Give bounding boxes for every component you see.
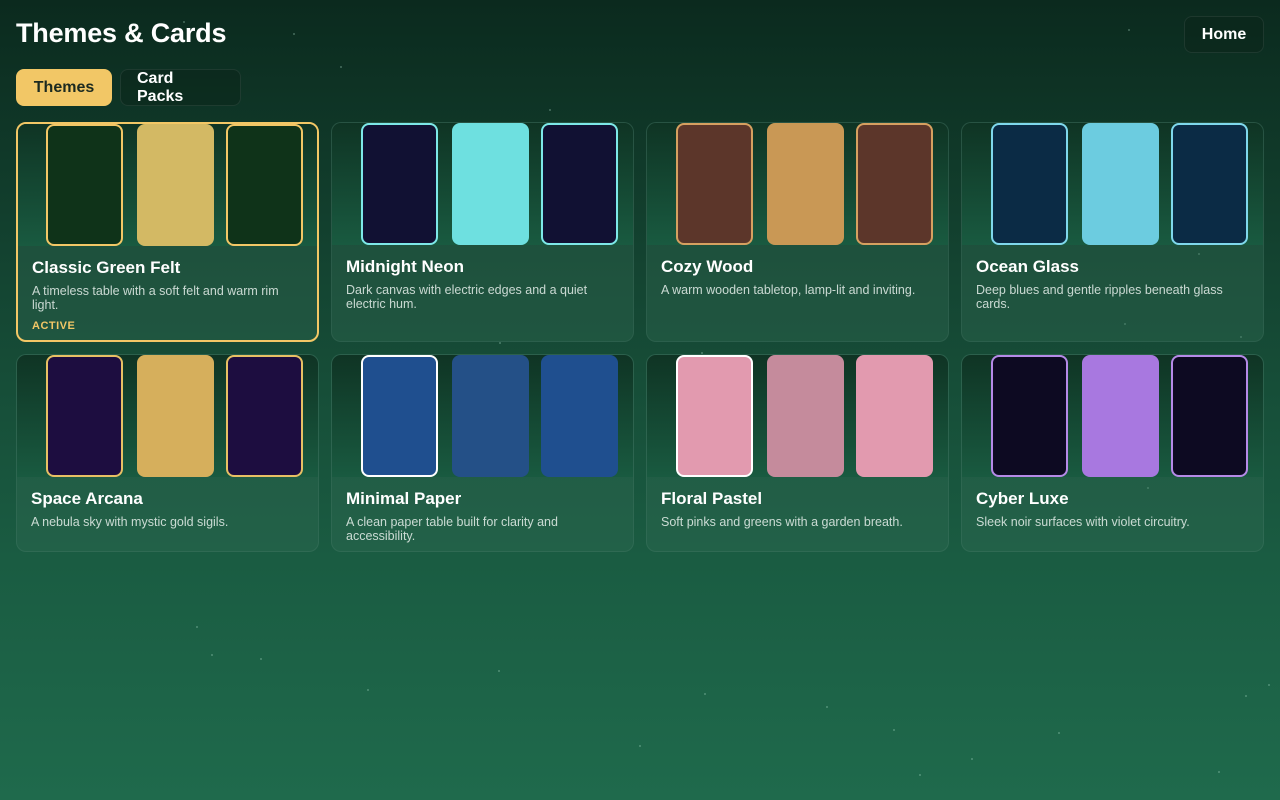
theme-description: A clean paper table built for clarity an… <box>346 515 558 543</box>
theme-preview <box>332 355 633 477</box>
tab-bar: Themes Card Packs <box>16 69 241 106</box>
theme-card-space-arcana[interactable]: Space Arcana A nebula sky with mystic go… <box>16 354 319 552</box>
theme-description: A timeless table with a soft felt and wa… <box>32 284 279 312</box>
theme-preview <box>332 123 633 245</box>
preview-card-back <box>541 355 618 477</box>
preview-card-face <box>452 123 529 245</box>
preview-card-back <box>1171 355 1248 477</box>
preview-card-face <box>137 124 214 246</box>
theme-description: Sleek noir surfaces with violet circuitr… <box>976 515 1190 529</box>
theme-card-ocean-glass[interactable]: Ocean Glass Deep blues and gentle ripple… <box>961 122 1264 342</box>
tab-themes[interactable]: Themes <box>16 69 112 106</box>
theme-card-cozy-wood[interactable]: Cozy Wood A warm wooden tabletop, lamp-l… <box>646 122 949 342</box>
preview-card-back <box>361 355 438 477</box>
theme-description: Soft pinks and greens with a garden brea… <box>661 515 903 529</box>
page-title: Themes & Cards <box>16 18 227 48</box>
theme-preview <box>962 123 1263 245</box>
theme-card-classic-green-felt[interactable]: Classic Green Felt A timeless table with… <box>16 122 319 342</box>
theme-preview <box>647 355 948 477</box>
theme-card-midnight-neon[interactable]: Midnight Neon Dark canvas with electric … <box>331 122 634 342</box>
preview-card-face <box>1082 123 1159 245</box>
preview-card-back <box>226 355 303 477</box>
theme-name: Classic Green Felt <box>32 258 181 277</box>
theme-preview <box>18 124 317 246</box>
theme-card-minimal-paper[interactable]: Minimal Paper A clean paper table built … <box>331 354 634 552</box>
preview-card-face <box>137 355 214 477</box>
preview-card-back <box>991 123 1068 245</box>
theme-description: Dark canvas with electric edges and a qu… <box>346 283 588 311</box>
theme-grid: Classic Green Felt A timeless table with… <box>16 122 1264 552</box>
theme-card-cyber-luxe[interactable]: Cyber Luxe Sleek noir surfaces with viol… <box>961 354 1264 552</box>
theme-name: Space Arcana <box>31 489 143 508</box>
preview-card-back <box>46 124 123 246</box>
theme-name: Midnight Neon <box>346 257 465 276</box>
preview-card-back <box>541 123 618 245</box>
theme-preview <box>17 355 318 477</box>
theme-name: Floral Pastel <box>661 489 763 508</box>
preview-card-back <box>856 123 933 245</box>
preview-card-back <box>676 123 753 245</box>
theme-name: Minimal Paper <box>346 489 462 508</box>
theme-preview <box>647 123 948 245</box>
theme-card-floral-pastel[interactable]: Floral Pastel Soft pinks and greens with… <box>646 354 949 552</box>
preview-card-back <box>991 355 1068 477</box>
preview-card-back <box>46 355 123 477</box>
theme-name: Ocean Glass <box>976 257 1080 276</box>
preview-card-face <box>452 355 529 477</box>
preview-card-back <box>226 124 303 246</box>
preview-card-back <box>361 123 438 245</box>
preview-card-face <box>767 123 844 245</box>
preview-card-back <box>1171 123 1248 245</box>
theme-name: Cozy Wood <box>661 257 754 276</box>
home-button[interactable]: Home <box>1184 16 1264 53</box>
tab-card-packs[interactable]: Card Packs <box>120 69 241 106</box>
theme-description: Deep blues and gentle ripples beneath gl… <box>976 283 1223 311</box>
preview-card-back <box>676 355 753 477</box>
theme-description: A nebula sky with mystic gold sigils. <box>31 515 229 529</box>
preview-card-face <box>1082 355 1159 477</box>
preview-card-face <box>767 355 844 477</box>
theme-description: A warm wooden tabletop, lamp-lit and inv… <box>661 283 916 297</box>
theme-name: Cyber Luxe <box>976 489 1069 508</box>
theme-preview <box>962 355 1263 477</box>
preview-card-back <box>856 355 933 477</box>
active-badge: ACTIVE <box>32 320 76 332</box>
